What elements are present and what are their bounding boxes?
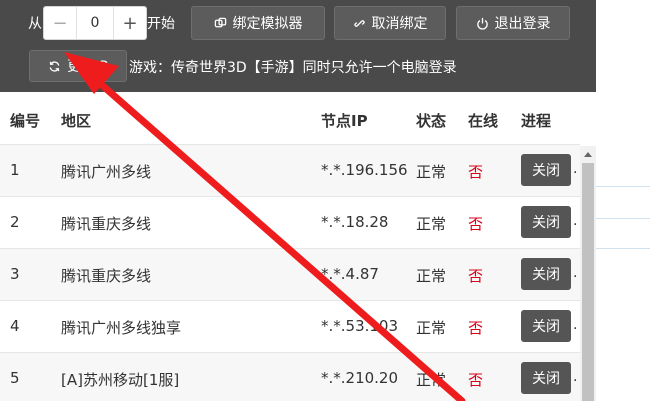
- logout-button[interactable]: 退出登录: [456, 6, 570, 40]
- background-app-area: [596, 0, 650, 401]
- row-online: 否: [468, 163, 484, 181]
- from-label: 从: [28, 16, 42, 32]
- truncated-ellipsis: .: [573, 213, 578, 229]
- row-area: 腾讯重庆多线: [61, 267, 152, 285]
- close-process-button[interactable]: 关闭: [521, 310, 571, 342]
- close-process-button[interactable]: 关闭: [521, 154, 571, 186]
- table-header: 编号 地区 节点IP 状态 在线 进程: [0, 100, 596, 142]
- row-online: 否: [468, 215, 484, 233]
- decrement-button[interactable]: −: [44, 7, 77, 39]
- row-online: 否: [468, 371, 484, 389]
- close-process-button[interactable]: 关闭: [521, 206, 571, 238]
- row-online: 否: [468, 267, 484, 285]
- start-label: 开始: [147, 16, 175, 32]
- change-ip-button[interactable]: 更换IP: [29, 50, 127, 82]
- header-no: 编号: [10, 112, 41, 130]
- header-process: 进程: [521, 112, 552, 130]
- close-process-button[interactable]: 关闭: [521, 362, 571, 394]
- background-divider: [596, 248, 650, 249]
- start-index-stepper[interactable]: − 0 +: [43, 6, 147, 40]
- row-area: 腾讯广州多线独享: [61, 319, 182, 337]
- row-online: 否: [468, 319, 484, 337]
- refresh-icon: [49, 60, 60, 72]
- stepper-value[interactable]: 0: [77, 7, 113, 39]
- unlink-icon: [353, 19, 365, 27]
- row-status: 正常: [416, 163, 447, 181]
- power-icon: [476, 17, 488, 30]
- row-status: 正常: [416, 371, 447, 389]
- scrollbar-thumb[interactable]: [582, 163, 594, 401]
- table-row: 5 [A]苏州移动[1服] *.*.210.20 正常 否 关闭 .: [0, 352, 580, 401]
- truncated-ellipsis: .: [573, 317, 578, 333]
- row-status: 正常: [416, 215, 447, 233]
- increment-button[interactable]: +: [113, 7, 146, 39]
- row-no: 3: [10, 265, 20, 283]
- logout-label: 退出登录: [494, 16, 551, 32]
- row-no: 1: [10, 161, 20, 179]
- row-ip: *.*.4.87: [321, 265, 379, 283]
- node-list-panel: 从 − 0 + 开始 绑定模拟器 取消绑定 退出登录 更换IP 游戏：传奇世界3…: [0, 0, 596, 401]
- login-notice: 游戏：传奇世界3D【手游】同时只允许一个电脑登录: [129, 60, 457, 76]
- row-status: 正常: [416, 267, 447, 285]
- row-ip: *.*.18.28: [321, 213, 389, 231]
- row-ip: *.*.196.156: [321, 161, 408, 179]
- table-row: 2 腾讯重庆多线 *.*.18.28 正常 否 关闭 .: [0, 196, 580, 248]
- row-ip: *.*.53.103: [321, 317, 399, 335]
- bind-emulator-label: 绑定模拟器: [232, 16, 303, 32]
- row-area: 腾讯广州多线: [61, 163, 152, 181]
- table-row: 4 腾讯广州多线独享 *.*.53.103 正常 否 关闭 .: [0, 300, 580, 352]
- background-divider: [596, 218, 650, 219]
- row-no: 5: [10, 369, 20, 387]
- change-ip-label: 更换IP: [67, 59, 108, 75]
- row-area: [A]苏州移动[1服]: [61, 371, 180, 389]
- truncated-ellipsis: .: [573, 265, 578, 281]
- table-row: 3 腾讯重庆多线 *.*.4.87 正常 否 关闭 .: [0, 248, 580, 300]
- row-no: 4: [10, 317, 20, 335]
- unbind-label: 取消绑定: [371, 16, 428, 32]
- close-process-button[interactable]: 关闭: [521, 258, 571, 290]
- row-no: 2: [10, 213, 20, 231]
- row-status: 正常: [416, 319, 447, 337]
- scroll-up-arrow-icon[interactable]: [583, 150, 593, 158]
- bind-emulator-button[interactable]: 绑定模拟器: [191, 6, 325, 40]
- header-ip: 节点IP: [321, 112, 368, 130]
- toolbar: 从 − 0 + 开始 绑定模拟器 取消绑定 退出登录 更换IP 游戏：传奇世界3…: [0, 0, 596, 92]
- truncated-ellipsis: .: [573, 161, 578, 177]
- unbind-button[interactable]: 取消绑定: [334, 6, 446, 40]
- table-row: 1 腾讯广州多线 *.*.196.156 正常 否 关闭 .: [0, 144, 580, 196]
- header-status: 状态: [416, 112, 447, 130]
- header-area: 地区: [61, 112, 92, 130]
- truncated-ellipsis: .: [573, 369, 578, 385]
- row-area: 腾讯重庆多线: [61, 215, 152, 233]
- background-divider: [596, 186, 650, 187]
- row-ip: *.*.210.20: [321, 369, 399, 387]
- link-chain-icon: [214, 17, 226, 27]
- header-online: 在线: [468, 112, 499, 130]
